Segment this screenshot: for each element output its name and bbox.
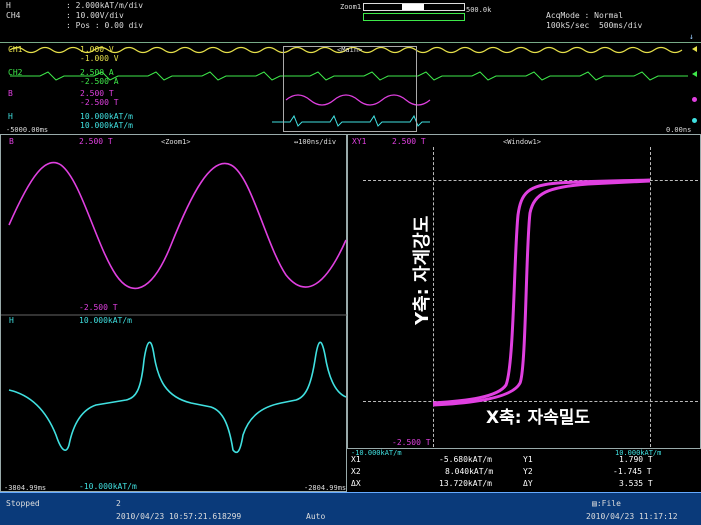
y2-label: Y2 <box>523 467 533 476</box>
zoom-b-top: 2.500 T <box>79 137 113 146</box>
dy-label: ΔY <box>523 479 533 488</box>
header-bar: H : 2.000kAT/m/div CH4 : 10.00V/div : Po… <box>0 0 701 42</box>
acq-mode: AcqMode : Normal <box>546 11 624 20</box>
trigger-arrow-icon: ↓ <box>689 32 694 41</box>
ch2-scale-top: 2.500 A <box>80 68 114 77</box>
header-ch4-label: CH4 <box>6 11 21 20</box>
zoom-h-label: H <box>9 316 14 325</box>
zoom-position-indicator <box>402 4 424 10</box>
xy-label: XY1 <box>352 137 367 146</box>
dx-value: 13.720kAT/m <box>439 479 492 488</box>
overview-time-right: 0.00ns <box>666 126 692 134</box>
zoom-range-bar <box>363 13 465 21</box>
xy-title: <Window1> <box>503 138 541 146</box>
zoom-h-bottom: -10.000kAT/m <box>79 482 137 491</box>
xy-panel: XY1 2.500 T <Window1> -2.500 T Y축: 자계강도 … <box>347 134 701 449</box>
ch2-label: CH2 <box>8 68 23 77</box>
b-marker-icon[interactable] <box>692 97 697 102</box>
cursor-readout: -10.000kAT/m 10.000kAT/m X1 -5.680kAT/m … <box>347 449 701 492</box>
main-window-frame[interactable] <box>283 46 417 132</box>
header-pos-value: : Pos : 0.00 div <box>66 21 144 30</box>
ch1-scale-top: 1.000 V <box>80 45 114 54</box>
zoom-value: 500.0k <box>466 6 492 14</box>
trigger-timestamp: 2010/04/23 10:57:21.618299 <box>116 512 242 521</box>
y-axis-annotation: Y축: 자계강도 <box>412 215 433 325</box>
xy-y-bottom: -2.500 T <box>392 438 431 447</box>
x1-value: -5.680kAT/m <box>439 455 492 464</box>
xy-y-top: 2.500 T <box>392 137 426 146</box>
overview-time-left: -5000.00ms <box>6 126 49 134</box>
x2-label: X2 <box>351 467 361 476</box>
b-scale-top: 2.500 T <box>80 89 114 98</box>
header-h-label: H <box>6 1 11 10</box>
h-marker-icon[interactable] <box>692 118 697 123</box>
file-button[interactable]: ▤:File <box>592 499 621 508</box>
ch1-marker-icon[interactable] <box>692 46 697 52</box>
ch1-label: CH1 <box>8 45 23 54</box>
y2-value: -1.745 T <box>613 467 652 476</box>
ch2-scale-bottom: -2.500 A <box>80 77 119 86</box>
h-scale-top: 10.000kAT/m <box>80 112 133 121</box>
zoom-b-bottom: -2.500 T <box>79 303 118 312</box>
trigger-mode[interactable]: Auto <box>306 512 325 521</box>
header-ch4-value: : 10.00V/div <box>66 11 124 20</box>
zoom-label: Zoom1 <box>340 3 362 11</box>
ch1-scale-bottom: -1.000 V <box>80 54 119 63</box>
zoom-position-bar[interactable] <box>363 3 465 11</box>
dy-value: 3.535 T <box>619 479 653 488</box>
zoom-panel: B 2.500 T <Zoom1> ↔100ns/div -2.500 T H … <box>0 134 348 492</box>
y1-label: Y1 <box>523 455 533 464</box>
h-scale-bottom: 10.000kAT/m <box>80 121 133 130</box>
h-label: H <box>8 112 13 121</box>
b-label: B <box>8 89 13 98</box>
main-window-label: <Main> <box>337 46 363 54</box>
x1-label: X1 <box>351 455 361 464</box>
acq-rate: 100kS/sec 500ms/div <box>546 21 643 30</box>
status-bar: Stopped 2 2010/04/23 10:57:21.618299 Aut… <box>0 492 701 525</box>
x-axis-annotation: X축: 자속밀도 <box>486 408 591 428</box>
x2-value: 8.040kAT/m <box>445 467 494 476</box>
header-h-value: : 2.000kAT/m/div <box>66 1 144 10</box>
clock-timestamp: 2010/04/23 11:17:12 <box>586 512 678 521</box>
zoom-time-div: ↔100ns/div <box>294 138 337 146</box>
zoom-b-label: B <box>9 137 14 146</box>
b-scale-bottom: -2.500 T <box>80 98 119 107</box>
overview-panel: <Main> CH1 1.000 V -1.000 V CH2 2.500 A … <box>0 42 701 134</box>
zoom-time-left: -3804.99ms <box>4 484 47 492</box>
zoom-waveforms <box>1 161 348 454</box>
y1-value: 1.790 T <box>619 455 653 464</box>
acquisition-state: Stopped <box>6 499 40 508</box>
zoom-time-right: -2804.99ms <box>304 484 347 492</box>
dx-label: ΔX <box>351 479 361 488</box>
zoom-h-top: 10.000kAT/m <box>79 316 132 325</box>
zoom-title: <Zoom1> <box>161 138 191 146</box>
acquisition-count: 2 <box>116 499 121 508</box>
ch2-marker-icon[interactable] <box>692 71 697 77</box>
